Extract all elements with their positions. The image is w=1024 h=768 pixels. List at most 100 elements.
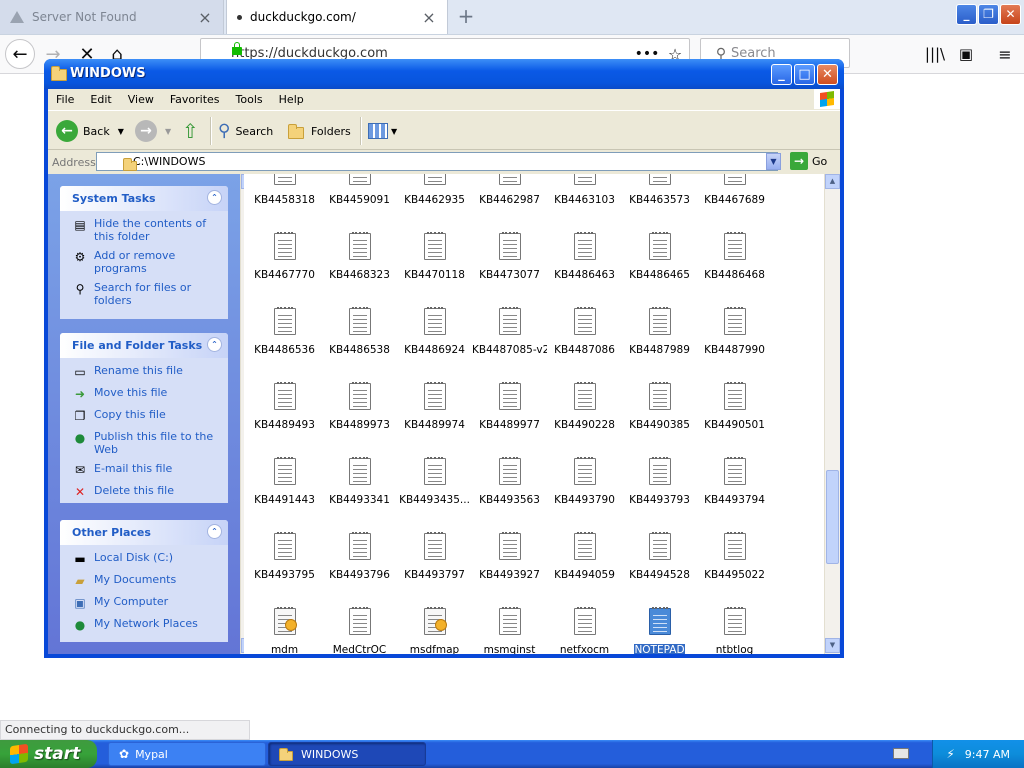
go-button[interactable]: → Go <box>790 152 827 170</box>
file-item[interactable]: KB4489973 <box>322 379 397 454</box>
file-item[interactable]: KB4458318 <box>247 174 322 229</box>
task-delete[interactable]: ✕ Delete this file <box>72 484 220 500</box>
file-item[interactable]: KB4493927 <box>472 529 547 604</box>
vertical-scrollbar[interactable]: ▲ ▼ <box>824 174 840 654</box>
place-network[interactable]: ● My Network Places <box>72 617 220 633</box>
file-item[interactable]: KB4473077 <box>472 229 547 304</box>
menu-icon[interactable]: ≡ <box>992 41 1018 67</box>
file-item[interactable]: KB4459091 <box>322 174 397 229</box>
file-item[interactable]: KB4495022 <box>697 529 772 604</box>
place-my-computer[interactable]: ▣ My Computer <box>72 595 220 611</box>
file-item[interactable]: KB4462935 <box>397 174 472 229</box>
file-item[interactable]: KB4462987 <box>472 174 547 229</box>
close-window-icon[interactable]: ✕ <box>817 64 838 85</box>
file-item[interactable]: KB4463573 <box>622 174 697 229</box>
address-input[interactable]: C:\WINDOWS <box>96 152 778 171</box>
file-item[interactable]: KB4470118 <box>397 229 472 304</box>
file-item[interactable]: KB4490385 <box>622 379 697 454</box>
forward-button[interactable]: → ▼ <box>135 117 171 145</box>
file-item[interactable]: KB4467689 <box>697 174 772 229</box>
minimize-icon[interactable]: _ <box>956 4 977 25</box>
minimize-icon[interactable]: _ <box>771 64 792 85</box>
file-item[interactable]: KB4493790 <box>547 454 622 529</box>
file-item[interactable]: KB4463103 <box>547 174 622 229</box>
taskbar-item-mypal[interactable]: ✿ Mypal <box>108 742 266 766</box>
scrollbar-thumb[interactable] <box>826 470 839 564</box>
menu-edit[interactable]: Edit <box>82 93 119 106</box>
file-item[interactable]: KB4494059 <box>547 529 622 604</box>
new-tab-icon[interactable]: + <box>455 4 477 28</box>
file-item[interactable]: KB4468323 <box>322 229 397 304</box>
task-hide-contents[interactable]: ▤ Hide the contents of this folder <box>72 217 220 243</box>
file-item[interactable]: KB4493795 <box>247 529 322 604</box>
file-item[interactable]: KB4489977 <box>472 379 547 454</box>
file-item[interactable]: NOTEPAD <box>622 604 697 654</box>
task-add-remove-programs[interactable]: ⚙ Add or remove programs <box>72 249 220 275</box>
file-item[interactable]: KB4487990 <box>697 304 772 379</box>
file-item[interactable]: KB4490228 <box>547 379 622 454</box>
file-item[interactable]: KB4486924 <box>397 304 472 379</box>
collapse-icon[interactable]: ⌃ <box>207 524 222 539</box>
network-tray-icon[interactable]: ⚡ <box>946 747 954 761</box>
keyboard-icon[interactable] <box>893 748 909 759</box>
restore-icon[interactable]: ❐ <box>978 4 999 25</box>
file-item[interactable]: KB4490501 <box>697 379 772 454</box>
scroll-down-icon[interactable]: ▼ <box>825 638 840 653</box>
collapse-icon[interactable]: ⌃ <box>207 337 222 352</box>
close-icon[interactable]: × <box>197 8 213 27</box>
file-item[interactable]: KB4491443 <box>247 454 322 529</box>
file-item[interactable]: KB4487989 <box>622 304 697 379</box>
menu-view[interactable]: View <box>120 93 162 106</box>
task-publish[interactable]: ● Publish this file to the Web <box>72 430 220 456</box>
panel-header[interactable]: Other Places ⌃ <box>60 520 228 545</box>
place-local-disk[interactable]: ▬ Local Disk (C:) <box>72 551 220 567</box>
task-copy[interactable]: ❐ Copy this file <box>72 408 220 424</box>
file-item[interactable]: MedCtrOC <box>322 604 397 654</box>
file-item[interactable]: KB4486538 <box>322 304 397 379</box>
file-item[interactable]: KB4486468 <box>697 229 772 304</box>
scroll-up-icon[interactable]: ▲ <box>825 174 840 189</box>
folders-button[interactable]: Folders <box>288 117 351 145</box>
panel-header[interactable]: File and Folder Tasks ⌃ <box>60 333 228 358</box>
chevron-down-icon[interactable]: ▼ <box>766 153 781 170</box>
file-item[interactable]: KB4486536 <box>247 304 322 379</box>
place-my-documents[interactable]: ▰ My Documents <box>72 573 220 589</box>
menu-favorites[interactable]: Favorites <box>162 93 228 106</box>
file-item[interactable]: KB4493794 <box>697 454 772 529</box>
file-item[interactable]: KB4489493 <box>247 379 322 454</box>
close-icon[interactable]: × <box>421 8 437 27</box>
menu-file[interactable]: File <box>48 93 82 106</box>
file-item[interactable]: KB4493793 <box>622 454 697 529</box>
task-email[interactable]: ✉ E-mail this file <box>72 462 220 478</box>
explorer-title-bar[interactable]: WINDOWS _ □ ✕ <box>44 59 844 89</box>
file-item[interactable]: KB4489974 <box>397 379 472 454</box>
file-item[interactable]: KB4493435... <box>397 454 472 529</box>
file-item[interactable]: mdm <box>247 604 322 654</box>
search-button[interactable]: ⚲ Search <box>218 117 273 145</box>
file-item[interactable]: msdfmap <box>397 604 472 654</box>
file-item[interactable]: KB4487085-v2 <box>472 304 547 379</box>
collapse-icon[interactable]: ⌃ <box>207 190 222 205</box>
clock[interactable]: 9:47 AM <box>965 748 1010 761</box>
file-item[interactable]: msmqinst <box>472 604 547 654</box>
tab-server-not-found[interactable]: Server Not Found × <box>0 0 224 34</box>
maximize-icon[interactable]: □ <box>794 64 815 85</box>
taskbar-item-windows[interactable]: WINDOWS <box>268 742 426 766</box>
back-arrow-icon[interactable]: ← <box>5 39 35 69</box>
task-move[interactable]: ➜ Move this file <box>72 386 220 402</box>
views-button[interactable]: ▼ <box>368 117 397 145</box>
file-item[interactable]: netfxocm <box>547 604 622 654</box>
file-item[interactable]: KB4486463 <box>547 229 622 304</box>
sidebar-icon[interactable]: ▣ <box>953 41 979 67</box>
up-folder-icon[interactable]: ⇧ <box>182 117 199 145</box>
file-item[interactable]: KB4494528 <box>622 529 697 604</box>
menu-help[interactable]: Help <box>271 93 312 106</box>
task-rename[interactable]: ▭ Rename this file <box>72 364 220 380</box>
file-item[interactable]: KB4493796 <box>322 529 397 604</box>
menu-tools[interactable]: Tools <box>228 93 271 106</box>
file-item[interactable]: ntbtlog <box>697 604 772 654</box>
file-item[interactable]: KB4467770 <box>247 229 322 304</box>
file-item[interactable]: KB4493563 <box>472 454 547 529</box>
close-window-icon[interactable]: ✕ <box>1000 4 1021 25</box>
file-item[interactable]: KB4486465 <box>622 229 697 304</box>
